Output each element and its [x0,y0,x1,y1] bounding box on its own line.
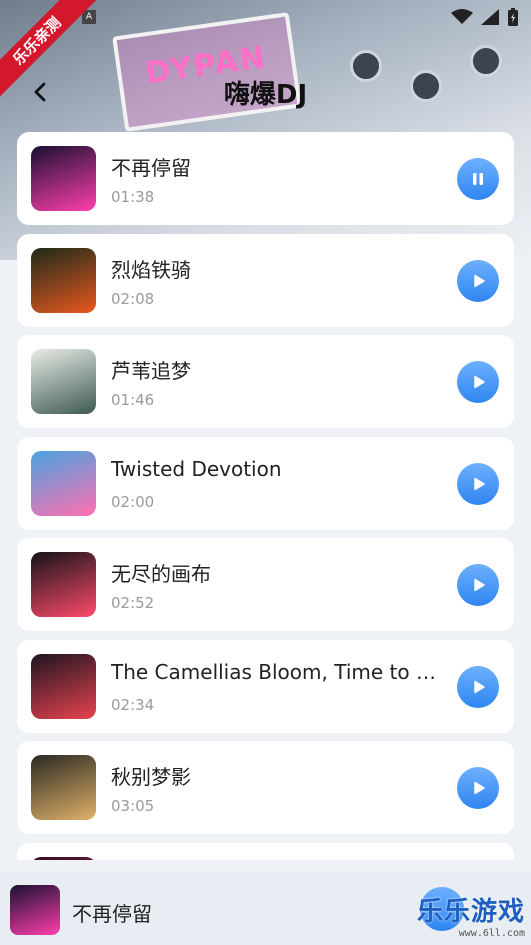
app-header: 嗨爆DJ [0,66,531,116]
song-list-item[interactable]: The Camellias Bloom, Time to Go Home 02:3… [17,639,514,733]
page-title: 嗨爆DJ [223,80,308,110]
song-list-item[interactable]: 芦苇追梦 01:46 [17,335,514,428]
play-icon [474,375,485,389]
song-title: 芦苇追梦 [111,359,191,383]
song-cover-image [31,349,96,414]
song-list-item[interactable]: 不再停留 01:38 [17,132,514,225]
play-icon [474,781,485,795]
song-list-item[interactable] [17,842,514,860]
song-list-item[interactable]: 烈焰铁骑 02:08 [17,233,514,327]
now-playing-bar[interactable]: 不再停留 乐乐游戏 www.6ll.com [0,873,531,945]
song-duration: 03:05 [111,797,155,815]
song-duration: 02:08 [111,289,155,308]
song-duration: 01:38 [111,188,155,206]
play-icon [474,680,485,693]
song-title: Twisted Devotion [111,456,282,481]
song-cover-image [31,450,96,516]
play-button[interactable] [457,462,499,505]
song-cover-image [31,653,96,719]
play-icon [474,274,485,287]
watermark-url: www.6ll.com [458,928,525,939]
battery-icon [508,8,518,26]
now-playing-cover [10,885,60,935]
song-cover-image [31,856,96,860]
song-list[interactable]: 不再停留 01:38 烈焰铁骑 02:08 芦苇追梦 01:46 Twisted Devot… [17,132,514,860]
song-duration: 02:52 [111,594,155,612]
now-playing-title: 不再停留 [72,902,152,926]
pause-icon [473,173,483,185]
play-button[interactable] [457,259,499,302]
play-button[interactable] [457,665,499,708]
play-icon [474,477,485,490]
play-button[interactable] [457,767,499,809]
song-title: 不再停留 [111,156,191,180]
song-title: 无尽的画布 [111,562,211,586]
song-duration: 01:46 [111,391,155,409]
wifi-icon [451,9,473,24]
watermark-brand: 乐乐游戏 [416,897,525,927]
song-title: The Camellias Bloom, Time to Go Home [111,659,443,684]
play-icon [474,578,485,592]
status-icons [451,8,519,26]
song-cover-image [31,755,96,820]
song-duration: 02:00 [111,492,155,511]
song-cover-image [31,247,96,313]
song-list-item[interactable]: 秋别梦影 03:05 [17,741,514,834]
song-list-item[interactable]: 无尽的画布 02:52 [17,538,514,631]
signal-icon [481,9,499,25]
song-title: 秋别梦影 [111,765,191,789]
song-duration: 02:34 [111,695,155,714]
song-cover-image [31,552,96,617]
song-title: 烈焰铁骑 [111,257,191,282]
pause-button[interactable] [457,158,499,200]
play-button[interactable] [457,564,499,606]
song-cover-image [31,146,96,211]
play-button[interactable] [457,361,499,403]
song-list-item[interactable]: Twisted Devotion 02:00 [17,436,514,530]
watermark-logo: 乐乐游戏 www.6ll.com [417,891,525,939]
